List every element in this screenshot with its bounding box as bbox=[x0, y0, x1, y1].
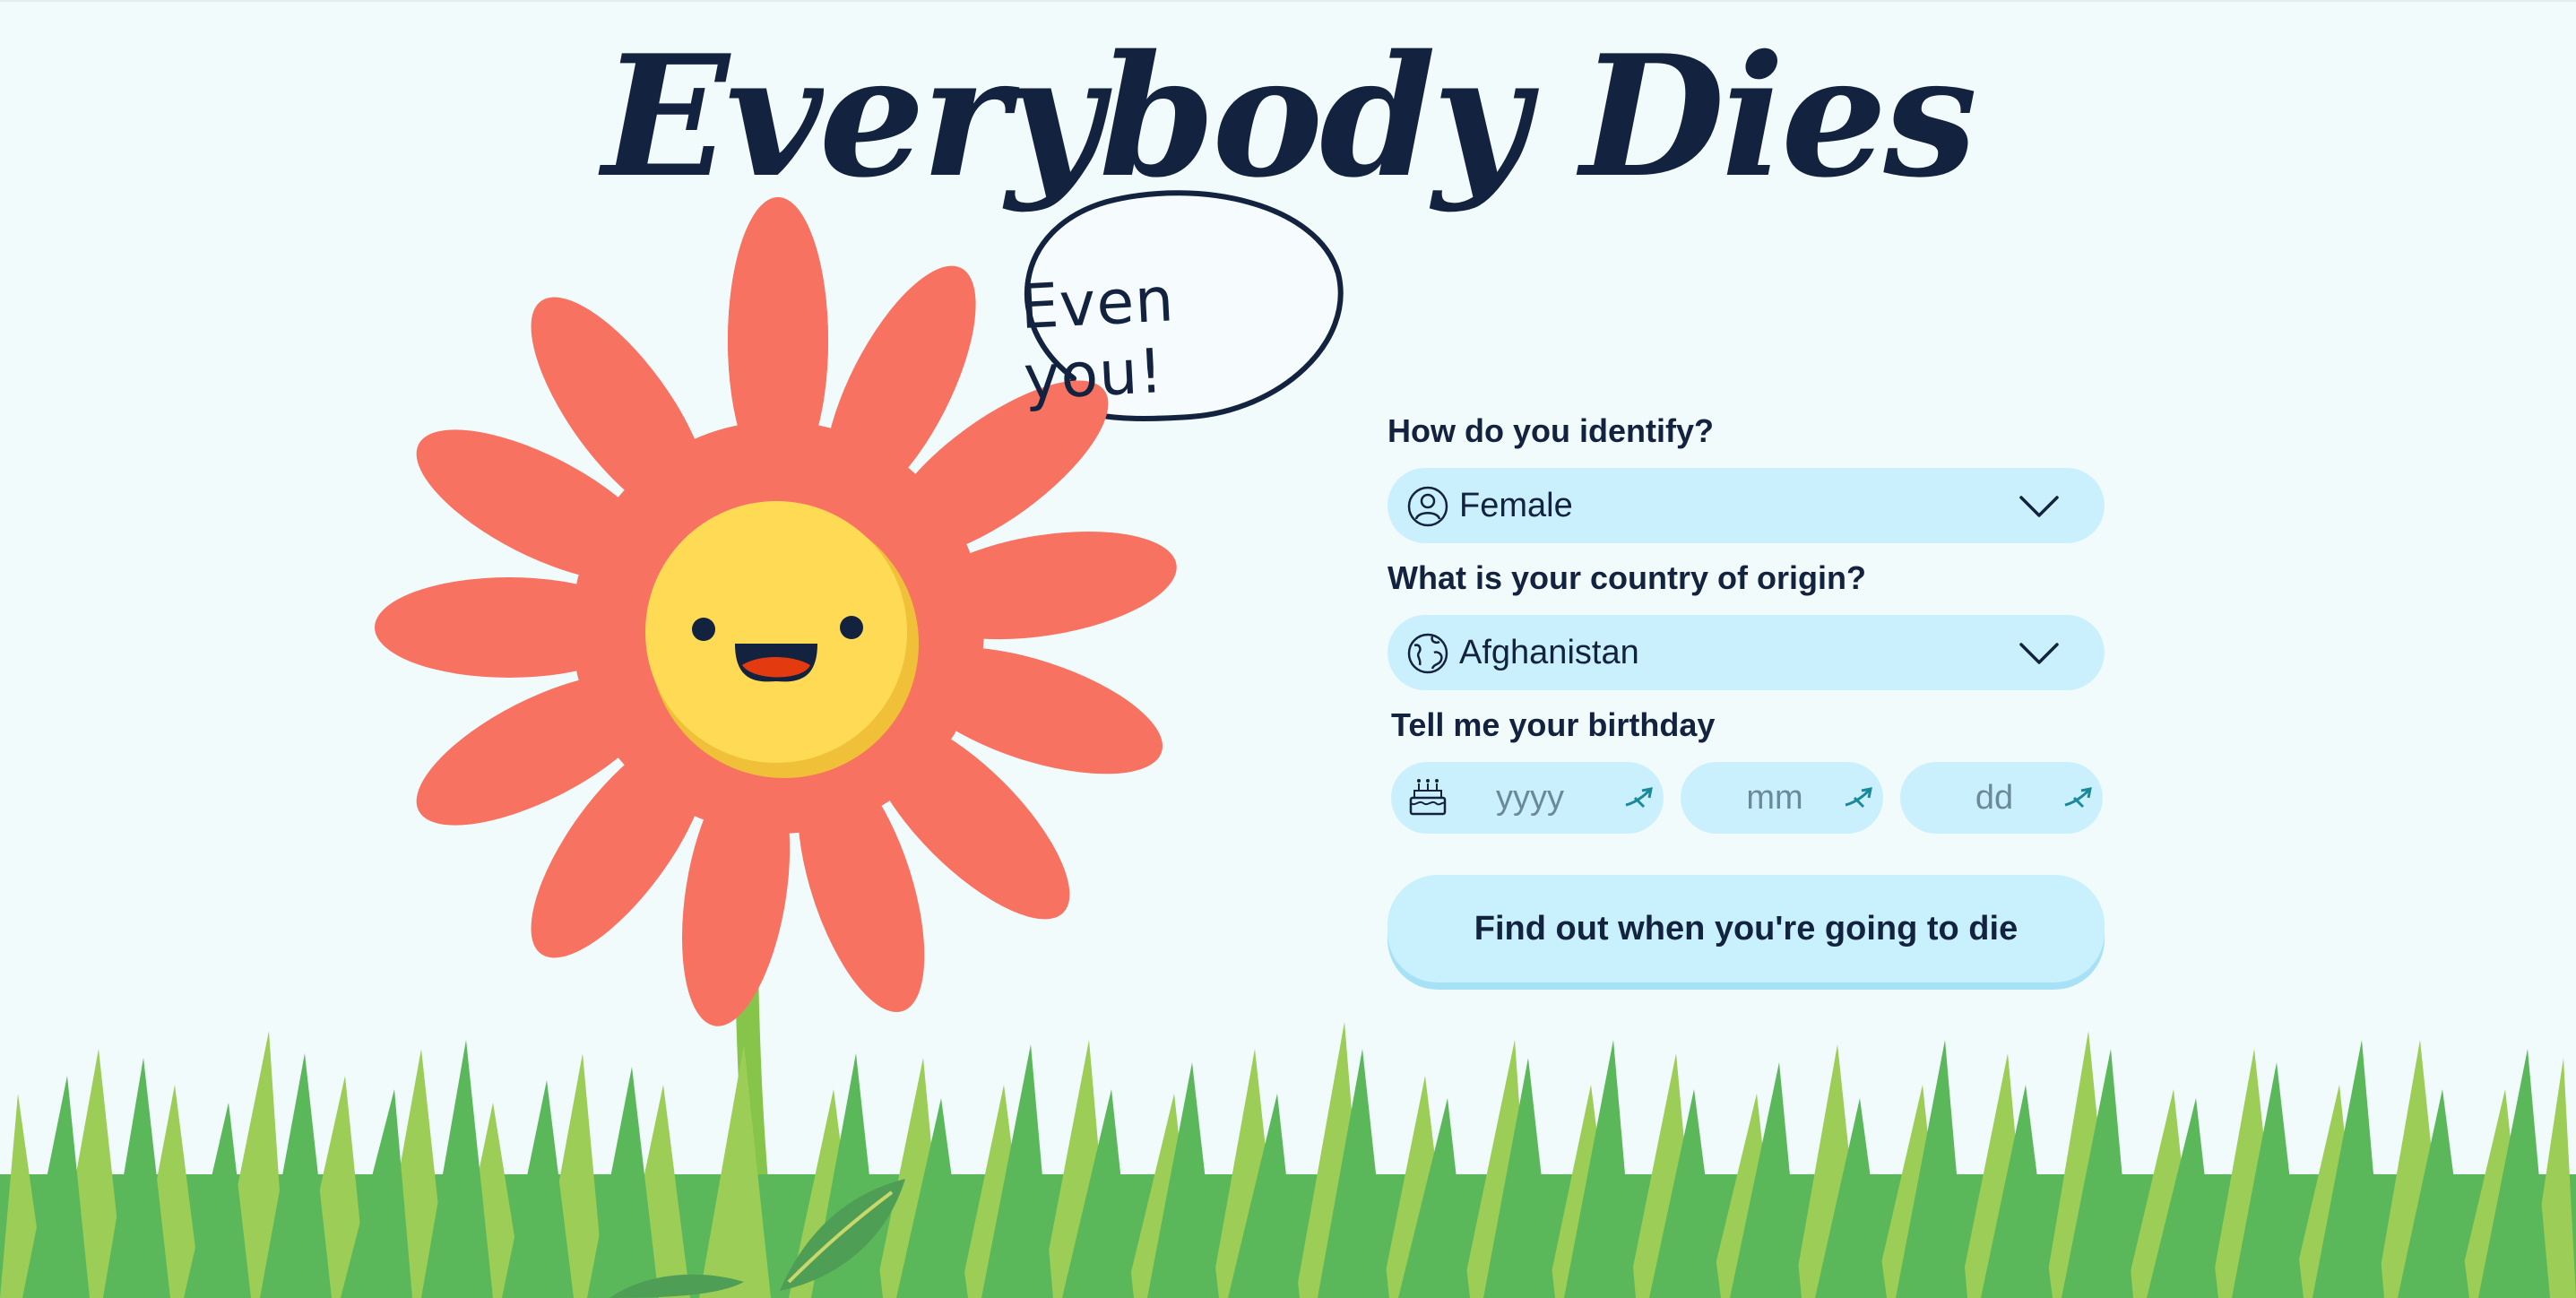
user-icon bbox=[1407, 486, 1448, 527]
birthday-label: Tell me your birthday bbox=[1391, 706, 1716, 743]
birth-month-input[interactable] bbox=[1716, 762, 1833, 834]
birth-year-field bbox=[1391, 762, 1664, 834]
gender-select[interactable]: Female bbox=[1387, 468, 2105, 543]
chevron-down-icon bbox=[2019, 643, 2059, 664]
page-title: Everybody Dies bbox=[601, 18, 1977, 214]
birth-day-input[interactable] bbox=[1936, 762, 2053, 834]
country-selected-value: Afghanistan bbox=[1459, 634, 1639, 671]
country-label: What is your country of origin? bbox=[1387, 559, 1866, 596]
find-out-button[interactable]: Find out when you're going to die bbox=[1387, 875, 2105, 982]
birth-month-field bbox=[1681, 762, 1883, 834]
speech-bubble-text: Even you! bbox=[1018, 264, 1177, 415]
birthday-cake-icon bbox=[1409, 779, 1447, 816]
globe-icon bbox=[1407, 633, 1448, 674]
country-select[interactable]: Afghanistan bbox=[1387, 615, 2105, 690]
grass bbox=[0, 1022, 2576, 1298]
birth-day-field bbox=[1900, 762, 2103, 834]
chevron-down-icon bbox=[2019, 496, 2059, 517]
birth-year-input[interactable] bbox=[1454, 762, 1606, 834]
spinner-icon[interactable] bbox=[2062, 785, 2094, 810]
spinner-icon[interactable] bbox=[1842, 785, 1874, 810]
page: Everybody Dies Even you! How do you iden… bbox=[0, 0, 2576, 1298]
gender-selected-value: Female bbox=[1459, 487, 1573, 524]
identify-label: How do you identify? bbox=[1387, 412, 1714, 449]
spinner-icon[interactable] bbox=[1622, 785, 1655, 810]
